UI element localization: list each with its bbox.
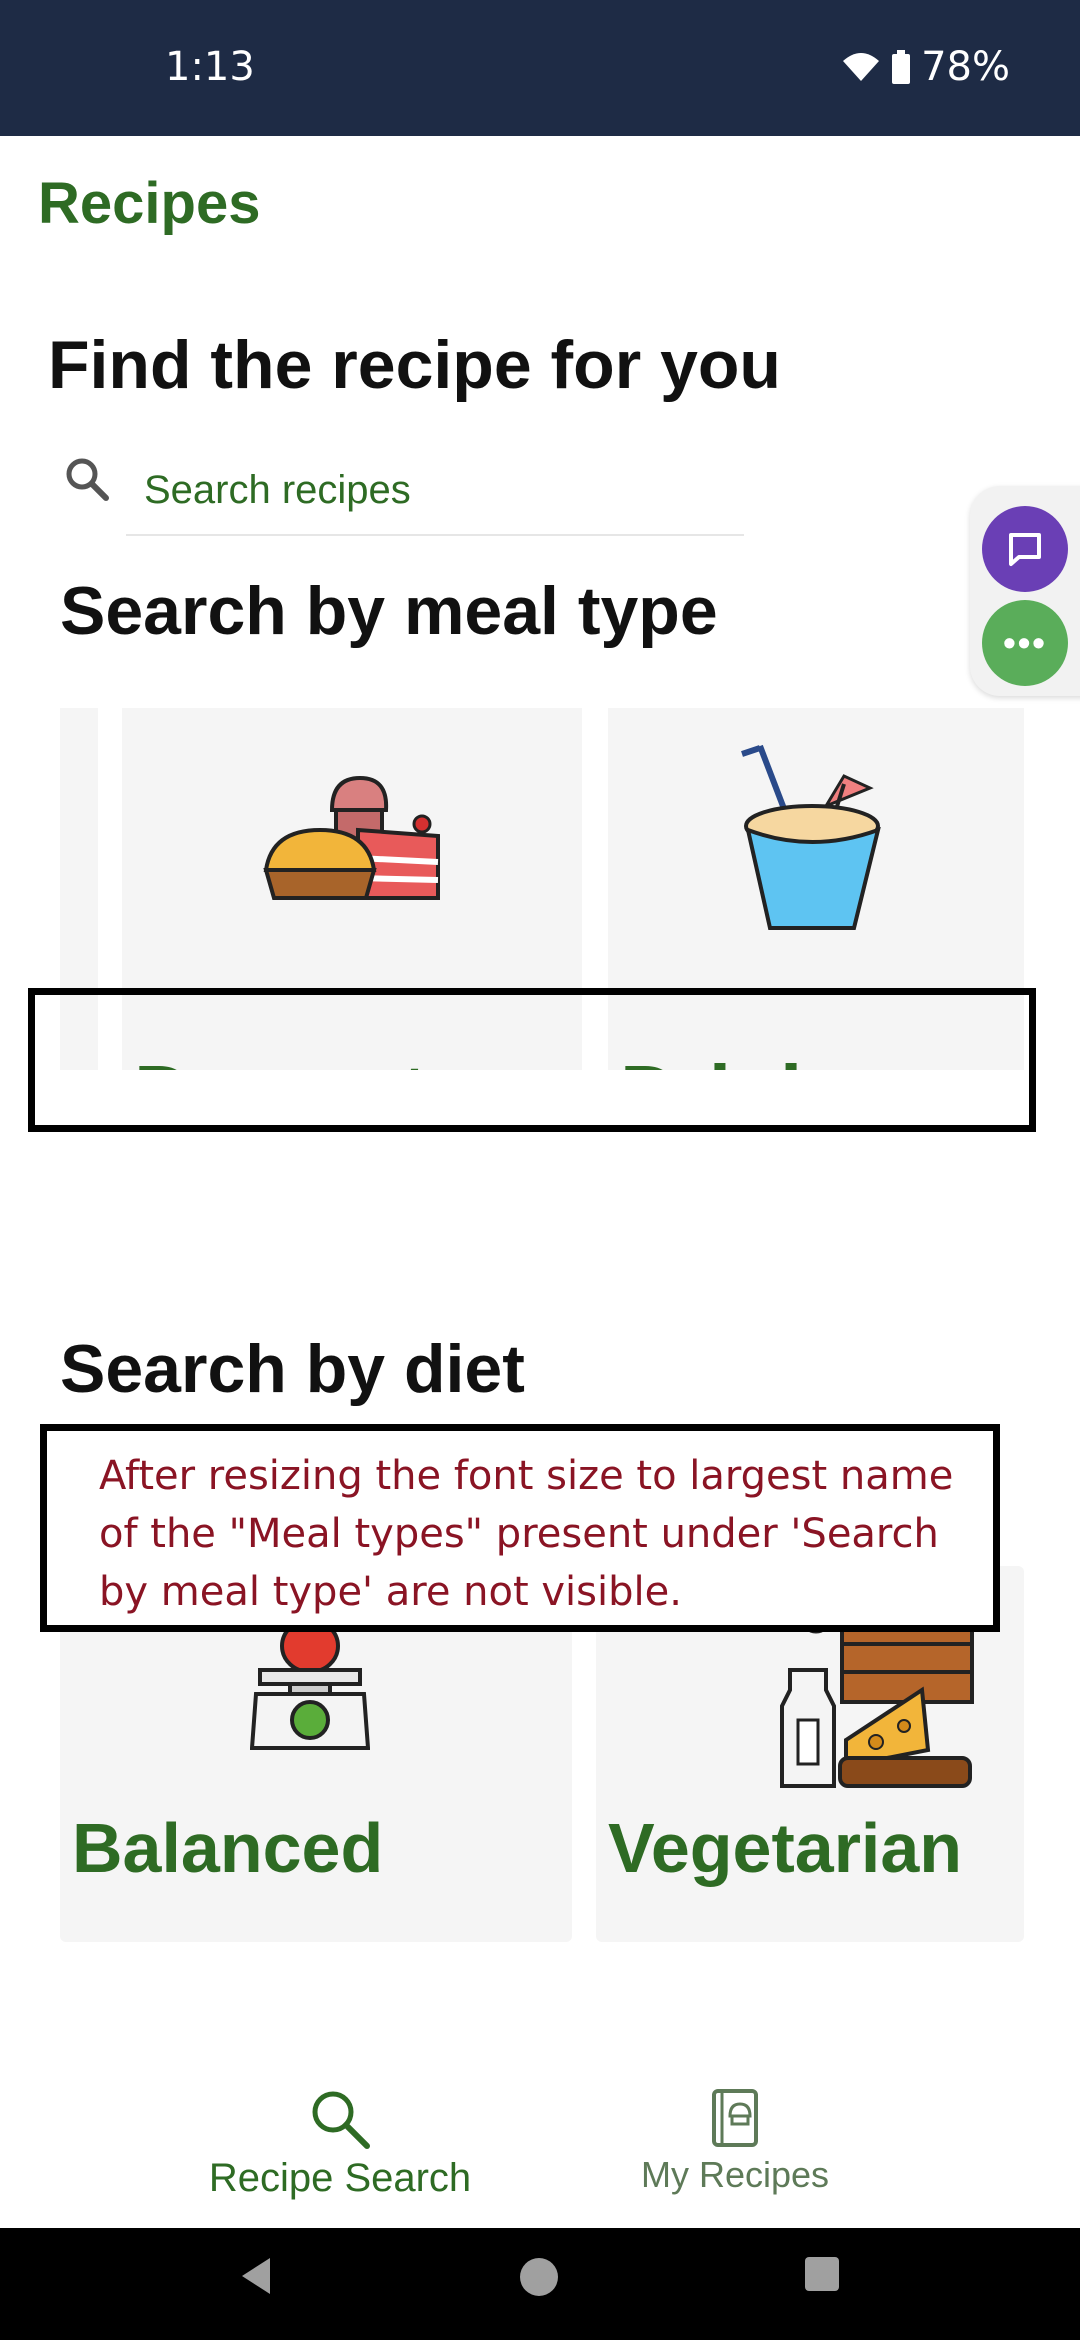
diet-label: Balanced	[72, 1809, 384, 1887]
wifi-icon	[843, 53, 880, 81]
battery-percent: 78%	[921, 44, 1010, 90]
status-time: 1:13	[165, 44, 255, 90]
battery-icon	[892, 50, 911, 84]
drink-icon	[741, 744, 881, 930]
chat-icon	[1009, 533, 1041, 566]
annotation-note: After resizing the font size to largest …	[99, 1453, 954, 1615]
home-icon[interactable]	[516, 2254, 562, 2300]
scale-apple-icon	[250, 1612, 370, 1750]
page-headline: Find the recipe for you	[48, 327, 781, 403]
bottom-navigation: Recipe Search My Recipes	[0, 2088, 1080, 2228]
back-icon[interactable]	[234, 2254, 278, 2298]
diet-section-title: Search by diet	[60, 1331, 525, 1407]
app-title: Recipes	[38, 171, 261, 236]
more-icon: •••	[1003, 622, 1047, 663]
search-bar	[64, 450, 744, 536]
more-options-button[interactable]: •••	[982, 600, 1068, 686]
annotation-note-box: After resizing the font size to largest …	[40, 1424, 1000, 1632]
dessert-icon	[263, 775, 440, 900]
status-icons: 78%	[841, 44, 1010, 90]
recipe-book-icon	[712, 2089, 758, 2147]
status-bar: 1:13 78%	[0, 0, 1080, 136]
search-underline	[126, 534, 744, 536]
search-icon	[66, 458, 109, 501]
nav-label: My Recipes	[640, 2154, 830, 2195]
nav-my-recipes[interactable]: My Recipes	[620, 2088, 850, 2196]
floating-assistant-widget: •••	[970, 486, 1080, 696]
system-navigation-bar	[0, 2228, 1080, 2340]
search-input[interactable]	[144, 450, 744, 530]
nav-label: Recipe Search	[208, 2156, 472, 2200]
recents-icon[interactable]	[802, 2254, 842, 2294]
annotation-highlight-box	[28, 988, 1036, 1132]
meal-type-section-title: Search by meal type	[60, 573, 718, 649]
search-icon	[312, 2091, 370, 2149]
nav-recipe-search[interactable]: Recipe Search	[190, 2088, 490, 2201]
diet-label: Vegetarian	[608, 1809, 963, 1887]
chat-button[interactable]	[982, 506, 1068, 592]
